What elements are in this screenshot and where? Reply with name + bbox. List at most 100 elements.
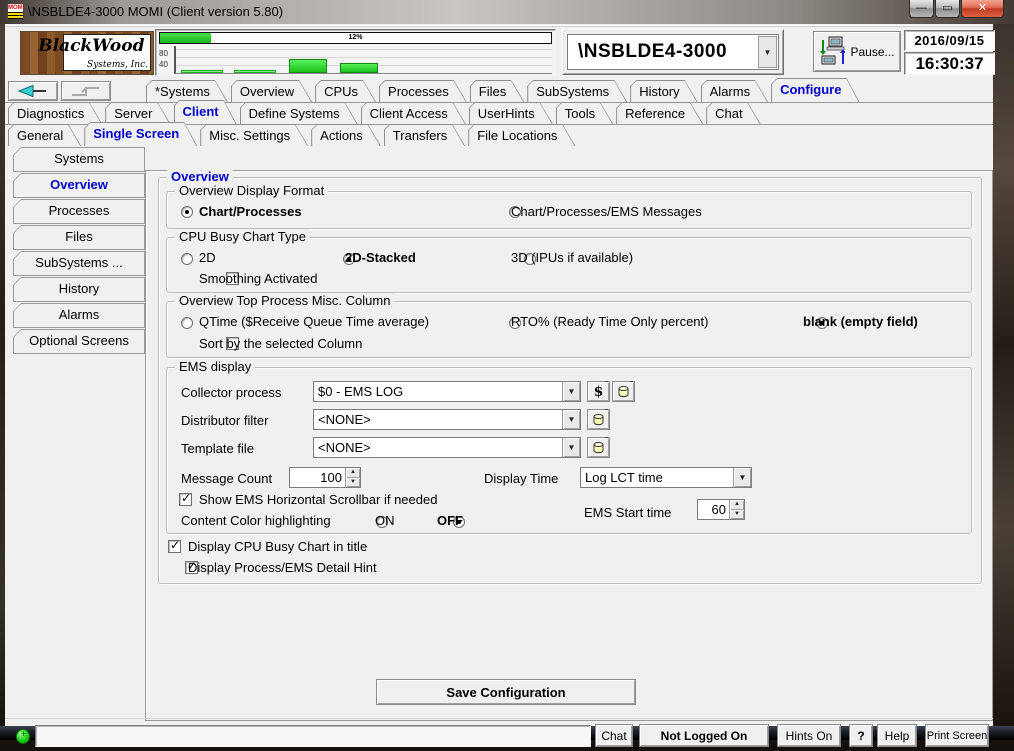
momi-icon-stripes — [8, 12, 23, 19]
system-selector-value: \NSBLDE4-3000 — [568, 41, 757, 63]
sidebar-item-systems[interactable]: Systems — [13, 147, 145, 172]
template-dropdown-arrow-icon[interactable]: ▼ — [562, 438, 580, 457]
nav-forward-button[interactable] — [61, 81, 111, 101]
collector-file-picker-button[interactable]: ˜ — [612, 381, 635, 402]
distributor-dropdown-arrow-icon[interactable]: ▼ — [562, 410, 580, 429]
forward-arrow-icon — [69, 84, 103, 98]
tab-reference[interactable]: Reference — [616, 102, 703, 124]
content-color-label: Content Color highlighting — [181, 513, 331, 528]
disk-file-icon — [592, 413, 605, 426]
connection-status-icon — [16, 729, 30, 744]
spin-up-icon[interactable]: ▲ — [730, 500, 744, 510]
cpu-busy-mini-chart[interactable]: 12% 80 40 — [155, 29, 556, 76]
tab-actions[interactable]: Actions — [311, 124, 381, 146]
collector-dropdown-arrow-icon[interactable]: ▼ — [562, 382, 580, 401]
tab-client[interactable]: Client — [174, 100, 237, 124]
radio-qtime-label: QTime ($Receive Queue Time average) — [199, 314, 429, 329]
top-process-title: Overview Top Process Misc. Column — [175, 293, 394, 308]
cpu-bar-4 — [340, 63, 378, 73]
display-time-dropdown-arrow-icon[interactable]: ▼ — [733, 468, 751, 487]
tab-client-access[interactable]: Client Access — [361, 102, 466, 124]
close-icon[interactable]: ✕ — [961, 0, 1004, 18]
sidebar-item-optional-screens[interactable]: Optional Screens — [13, 329, 145, 354]
distributor-file-picker-button[interactable]: ˜ — [587, 409, 610, 430]
tab-file-locations[interactable]: File Locations — [468, 124, 575, 146]
radio-rto-label: RTO% (Ready Time Only percent) — [511, 314, 708, 329]
chart-type-group: CPU Busy Chart Type 2D 2D-Stacked 3D (IP… — [166, 237, 972, 293]
save-configuration-button[interactable]: Save Configuration — [376, 679, 636, 705]
tab-general[interactable]: General — [8, 124, 81, 146]
minimize-icon[interactable]: — — [909, 0, 934, 18]
tab-misc-settings[interactable]: Misc. Settings — [200, 124, 308, 146]
message-count-stepper[interactable]: 100 ▲▼ — [289, 467, 361, 488]
pause-swap-icon — [819, 36, 845, 68]
ems-display-title: EMS display — [175, 359, 255, 374]
template-file-select[interactable]: <NONE> ▼ — [313, 437, 581, 458]
radio-color-off-label: OFF — [437, 513, 463, 528]
tab-overview[interactable]: Overview — [231, 80, 312, 102]
tab-configure[interactable]: Configure — [771, 78, 859, 102]
ems-start-time-stepper[interactable]: 60 ▲▼ — [697, 499, 745, 520]
chat-button[interactable]: Chat — [595, 724, 633, 747]
tab-diagnostics[interactable]: Diagnostics — [8, 102, 102, 124]
status-message-field[interactable] — [35, 725, 591, 747]
date-display: 2016/09/15 — [904, 30, 995, 51]
logon-status-button[interactable]: Not Logged On — [639, 724, 769, 747]
tab-userhints[interactable]: UserHints — [469, 102, 553, 124]
distributor-filter-select[interactable]: <NONE> ▼ — [313, 409, 581, 430]
sidebar-item-overview[interactable]: Overview — [13, 173, 145, 198]
sidebar-item-files[interactable]: Files — [13, 225, 145, 250]
tab-server[interactable]: Server — [105, 102, 170, 124]
question-button[interactable]: ? — [849, 724, 873, 747]
help-button[interactable]: Help — [877, 724, 917, 747]
spin-down-icon[interactable]: ▼ — [730, 510, 744, 520]
disk-file-icon — [617, 385, 630, 398]
tab-systems[interactable]: *Systems — [146, 80, 228, 102]
pause-button-label: Pause... — [850, 45, 894, 59]
sidebar-item-processes[interactable]: Processes — [13, 199, 145, 224]
sidebar-item-subsystems[interactable]: SubSystems ... — [13, 251, 145, 276]
tab-files[interactable]: Files — [470, 80, 524, 102]
collector-process-picker-button[interactable]: $ ˜ — [587, 381, 610, 402]
cpu-busy-plot: 80 40 — [159, 46, 552, 74]
collector-process-select[interactable]: $0 - EMS LOG ▼ — [313, 381, 581, 402]
disk-file-icon — [592, 441, 605, 454]
print-screen-button[interactable]: Print Screen — [925, 724, 989, 747]
tab-cpus[interactable]: CPUs — [315, 80, 376, 102]
ems-display-group: EMS display Collector process $0 - EMS L… — [166, 367, 972, 534]
collector-process-value: $0 - EMS LOG — [314, 382, 562, 401]
back-arrow-icon — [16, 84, 50, 98]
tab-subsystems[interactable]: SubSystems — [527, 80, 627, 102]
tab-define-systems[interactable]: Define Systems — [240, 102, 358, 124]
system-selector[interactable]: \NSBLDE4-3000 ▼ — [562, 29, 784, 75]
pause-button[interactable]: Pause... — [813, 31, 901, 72]
tab-tools[interactable]: Tools — [556, 102, 613, 124]
template-file-picker-button[interactable]: ˜ — [587, 437, 610, 458]
time-value: 16:30:37 — [915, 54, 983, 74]
radio-chart-processes[interactable] — [181, 206, 193, 218]
radio-color-on-label: ON — [375, 513, 395, 528]
sidebar-item-alarms[interactable]: Alarms — [13, 303, 145, 328]
tab-single-screen[interactable]: Single Screen — [84, 122, 197, 146]
tab-transfers[interactable]: Transfers — [384, 124, 465, 146]
tab-chat[interactable]: Chat — [706, 102, 760, 124]
spin-up-icon[interactable]: ▲ — [346, 468, 360, 478]
title-bar[interactable]: MOMI \NSBLDE4-3000 MOMI (Client version … — [0, 0, 1014, 25]
checkbox-cpu-chart-title[interactable] — [168, 540, 181, 553]
checkbox-ems-scrollbar[interactable] — [179, 493, 192, 506]
tab-alarms[interactable]: Alarms — [701, 80, 768, 102]
hints-on-button[interactable]: Hints On — [777, 724, 841, 747]
display-time-select[interactable]: Log LCT time ▼ — [580, 467, 752, 488]
nav-back-button[interactable] — [8, 81, 58, 101]
radio-2d[interactable] — [181, 253, 193, 265]
tab-processes[interactable]: Processes — [379, 80, 467, 102]
cpu-bar-2 — [234, 70, 276, 73]
radio-qtime[interactable] — [181, 317, 193, 329]
sidebar-item-history[interactable]: History — [13, 277, 145, 302]
tab-history[interactable]: History — [630, 80, 697, 102]
momi-app-icon: MOMI — [7, 3, 24, 20]
spin-down-icon[interactable]: ▼ — [346, 478, 360, 488]
maximize-icon[interactable]: ▭ — [935, 0, 960, 18]
ems-start-time-label: EMS Start time — [584, 505, 671, 520]
system-dropdown-arrow-icon[interactable]: ▼ — [758, 36, 777, 68]
